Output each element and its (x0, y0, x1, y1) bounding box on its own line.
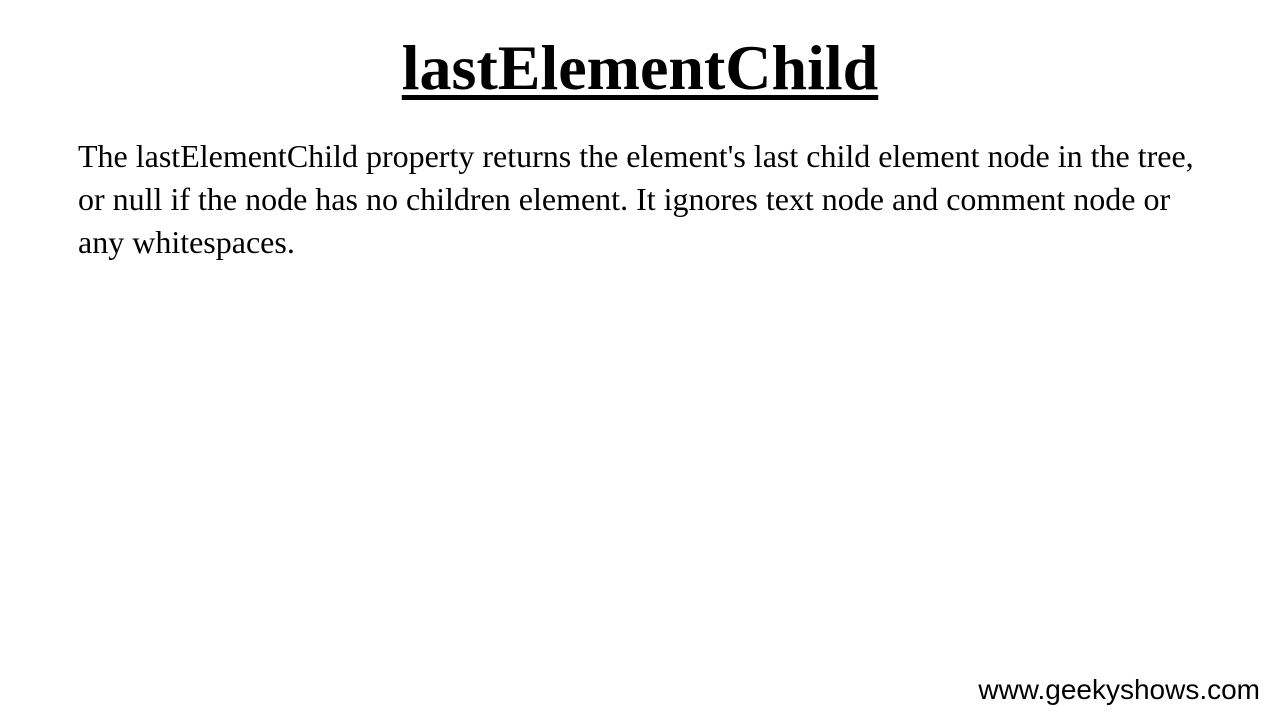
slide-body-text: The lastElementChild property returns th… (78, 138, 1194, 260)
footer-website-url: www.geekyshows.com (978, 674, 1260, 705)
slide: lastElementChild The lastElementChild pr… (0, 0, 1280, 720)
slide-title-text: lastElementChild (401, 32, 879, 103)
slide-title: lastElementChild (0, 28, 1280, 108)
